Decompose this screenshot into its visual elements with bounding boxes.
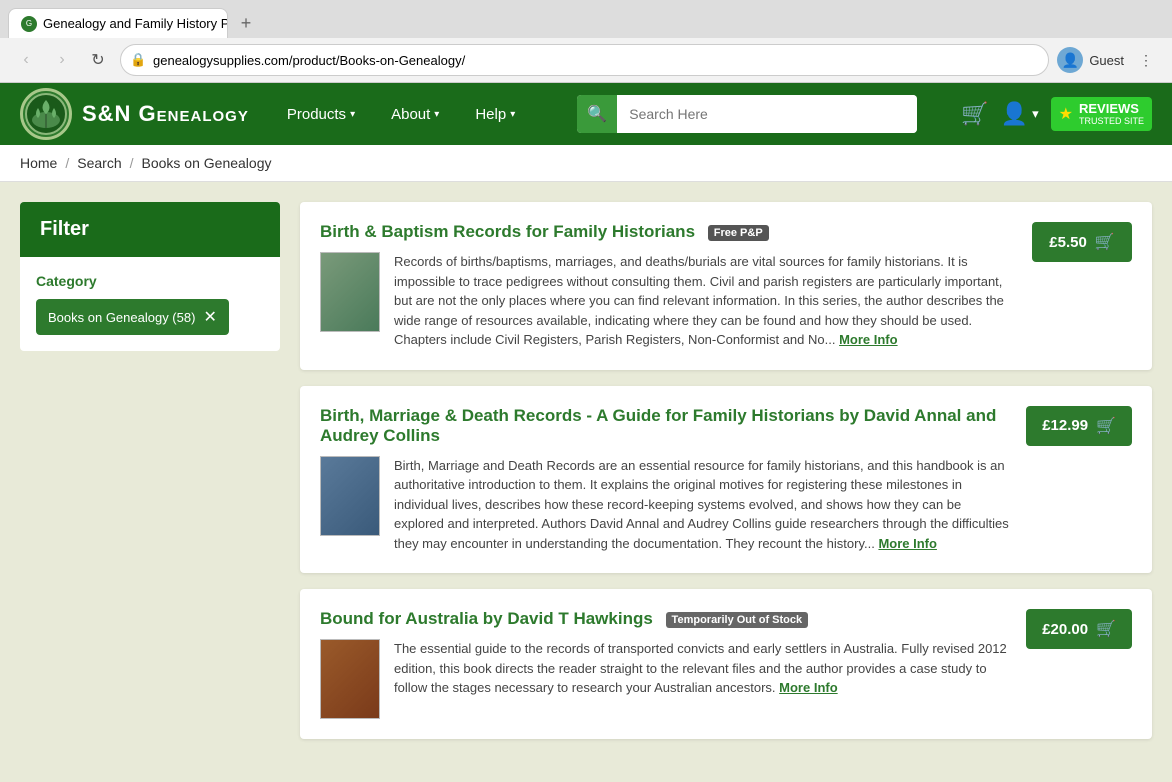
- product-desc-2: Birth, Marriage and Death Records are an…: [394, 456, 1010, 554]
- product-desc-3: The essential guide to the records of tr…: [394, 639, 1010, 719]
- nav-about-arrow: ▾: [434, 109, 439, 120]
- browser-chrome: G Genealogy and Family History P... × + …: [0, 0, 1172, 83]
- product-image-3: [320, 639, 380, 719]
- user-dropdown-arrow: ▾: [1032, 106, 1039, 122]
- new-tab-btn[interactable]: +: [232, 9, 260, 37]
- filter-tag-label: Books on Genealogy (58): [48, 310, 195, 325]
- product-price-1: £5.50: [1049, 234, 1087, 251]
- lock-icon: 🔒: [130, 52, 146, 68]
- product-top-3: Bound for Australia by David T Hawkings …: [320, 609, 1132, 719]
- breadcrumb-sep-1: /: [65, 155, 69, 171]
- site-header: S&N Genealogy Products ▾ About ▾ Help ▾ …: [0, 83, 1172, 145]
- breadcrumb-current: Books on Genealogy: [142, 155, 272, 171]
- address-bar-wrap: 🔒: [120, 44, 1049, 76]
- logo-circle: [20, 88, 72, 140]
- product-top-1: Birth & Baptism Records for Family Histo…: [320, 222, 1132, 350]
- product-more-link-3[interactable]: More Info: [779, 680, 838, 695]
- user-avatar-icon: 👤: [1057, 47, 1083, 73]
- logo-area[interactable]: S&N Genealogy: [20, 88, 249, 140]
- reviews-badge[interactable]: ★ REVIEWS TRUSTED SITE: [1051, 97, 1152, 131]
- search-submit-btn[interactable]: 🔍: [577, 95, 617, 133]
- product-title-2[interactable]: Birth, Marriage & Death Records - A Guid…: [320, 406, 1010, 446]
- search-area: 🔍: [533, 95, 961, 133]
- product-card-2: Birth, Marriage & Death Records - A Guid…: [300, 386, 1152, 574]
- cart-icon-btn-3: 🛒: [1096, 619, 1116, 639]
- browser-menu-btn[interactable]: ⋮: [1132, 46, 1160, 74]
- header-icons: 🛒 👤 ▾ ★ REVIEWS TRUSTED SITE: [961, 97, 1152, 131]
- product-list: Birth & Baptism Records for Family Histo…: [300, 202, 1152, 762]
- cart-icon-btn-2: 🛒: [1096, 416, 1116, 436]
- cart-icon[interactable]: 🛒: [961, 101, 988, 127]
- breadcrumb: Home / Search / Books on Genealogy: [0, 145, 1172, 182]
- browser-tabs: G Genealogy and Family History P... × +: [0, 0, 1172, 38]
- product-add-to-cart-3[interactable]: £20.00 🛒: [1026, 609, 1132, 649]
- product-body-1: Records of births/baptisms, marriages, a…: [320, 252, 1016, 350]
- product-info-2: Birth, Marriage & Death Records - A Guid…: [320, 406, 1010, 554]
- browser-controls: ‹ › ↻ 🔒 👤 Guest ⋮: [0, 38, 1172, 82]
- filter-tag-books[interactable]: Books on Genealogy (58) ✕: [36, 299, 229, 335]
- product-title-1[interactable]: Birth & Baptism Records for Family Histo…: [320, 222, 1016, 242]
- reviews-text-block: REVIEWS TRUSTED SITE: [1079, 101, 1144, 127]
- logo-text: S&N Genealogy: [82, 101, 249, 127]
- nav-products-arrow: ▾: [350, 109, 355, 120]
- breadcrumb-sep-2: /: [130, 155, 134, 171]
- nav-about-label: About: [391, 106, 430, 123]
- user-account-btn[interactable]: 👤 ▾: [1001, 101, 1039, 127]
- product-card-3: Bound for Australia by David T Hawkings …: [300, 589, 1152, 739]
- search-box: 🔍: [577, 95, 917, 133]
- user-icon: 👤: [1001, 101, 1028, 127]
- product-body-2: Birth, Marriage and Death Records are an…: [320, 456, 1010, 554]
- logo-svg: [24, 92, 68, 136]
- nav-about[interactable]: About ▾: [373, 83, 457, 145]
- product-image-1: [320, 252, 380, 332]
- nav-products[interactable]: Products ▾: [269, 83, 373, 145]
- nav-help-label: Help: [475, 106, 506, 123]
- tab-title: Genealogy and Family History P...: [43, 16, 228, 31]
- product-more-link-1[interactable]: More Info: [839, 332, 898, 347]
- product-info-3: Bound for Australia by David T Hawkings …: [320, 609, 1010, 719]
- product-info-1: Birth & Baptism Records for Family Histo…: [320, 222, 1016, 350]
- browser-user-label: Guest: [1089, 53, 1124, 68]
- product-title-3[interactable]: Bound for Australia by David T Hawkings …: [320, 609, 1010, 629]
- nav-help[interactable]: Help ▾: [457, 83, 533, 145]
- tab-favicon: G: [21, 16, 37, 32]
- product-image-2: [320, 456, 380, 536]
- product-top-2: Birth, Marriage & Death Records - A Guid…: [320, 406, 1132, 554]
- browser-tab-active[interactable]: G Genealogy and Family History P... ×: [8, 8, 228, 38]
- refresh-btn[interactable]: ↻: [84, 46, 112, 74]
- filter-category-label: Category: [36, 273, 264, 289]
- nav-products-label: Products: [287, 106, 346, 123]
- filter-sidebar: Filter Category Books on Genealogy (58) …: [20, 202, 280, 762]
- back-btn[interactable]: ‹: [12, 46, 40, 74]
- reviews-label: REVIEWS: [1079, 101, 1144, 117]
- forward-btn[interactable]: ›: [48, 46, 76, 74]
- reviews-star-icon: ★: [1059, 104, 1073, 124]
- nav-menu: Products ▾ About ▾ Help ▾: [269, 83, 533, 145]
- product-more-link-2[interactable]: More Info: [878, 536, 937, 551]
- product-price-2: £12.99: [1042, 417, 1088, 434]
- product-add-to-cart-1[interactable]: £5.50 🛒: [1032, 222, 1132, 262]
- product-add-to-cart-2[interactable]: £12.99 🛒: [1026, 406, 1132, 446]
- product-price-3: £20.00: [1042, 621, 1088, 638]
- filter-tag-remove-btn[interactable]: ✕: [203, 307, 216, 327]
- filter-header: Filter: [20, 202, 280, 257]
- breadcrumb-home[interactable]: Home: [20, 155, 57, 171]
- product-body-3: The essential guide to the records of tr…: [320, 639, 1010, 719]
- search-input[interactable]: [617, 95, 917, 133]
- cart-icon-btn-1: 🛒: [1095, 232, 1115, 252]
- breadcrumb-search[interactable]: Search: [77, 155, 121, 171]
- product-desc-1: Records of births/baptisms, marriages, a…: [394, 252, 1016, 350]
- product-badge-3: Temporarily Out of Stock: [666, 612, 809, 628]
- filter-body: Category Books on Genealogy (58) ✕: [20, 257, 280, 351]
- address-input[interactable]: [120, 44, 1049, 76]
- browser-user[interactable]: 👤 Guest: [1057, 47, 1124, 73]
- reviews-sub-label: TRUSTED SITE: [1079, 116, 1144, 127]
- main-content: Filter Category Books on Genealogy (58) …: [0, 182, 1172, 782]
- product-badge-1: Free P&P: [708, 225, 769, 241]
- nav-help-arrow: ▾: [510, 109, 515, 120]
- product-card-1: Birth & Baptism Records for Family Histo…: [300, 202, 1152, 370]
